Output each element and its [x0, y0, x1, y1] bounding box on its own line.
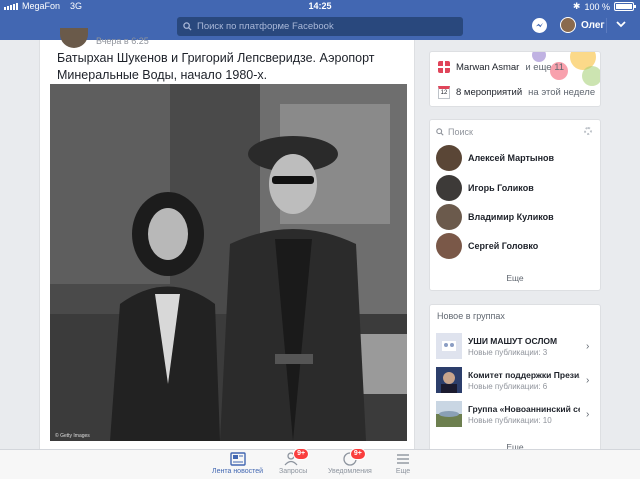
contacts-card: Поиск Алексей Мартынов Игорь Голиков Вла…	[429, 119, 601, 291]
contact-name: Владимир Куликов	[468, 212, 554, 222]
search-placeholder: Поиск по платформе Facebook	[197, 21, 334, 32]
gear-icon[interactable]	[584, 127, 592, 135]
post-photo[interactable]: © Getty Images	[50, 84, 407, 441]
post-text: Батырхан Шукенов и Григорий Лепсверидзе.…	[57, 51, 375, 82]
tab-friend-requests[interactable]: 9+ Запросы	[279, 448, 310, 475]
contact-name: Алексей Мартынов	[468, 153, 555, 163]
avatar	[436, 145, 462, 171]
notifications-icon: 9+	[341, 448, 366, 466]
profile-name[interactable]: Олег	[581, 20, 605, 31]
events-suffix: на этой неделе	[528, 87, 596, 98]
post-author-avatar[interactable]	[60, 28, 88, 48]
tab-label: Уведомления	[328, 468, 372, 475]
divider	[606, 18, 607, 33]
news-feed-icon	[229, 452, 247, 466]
chevron-down-icon[interactable]	[616, 20, 626, 28]
contact-item[interactable]: Сергей Головко	[436, 233, 538, 259]
chevron-right-icon: ›	[586, 408, 590, 420]
events-count: 8 мероприятий	[456, 87, 523, 98]
battery-icon	[614, 2, 636, 11]
chevron-right-icon: ›	[586, 340, 590, 352]
birthday-suffix: и еще 11	[525, 61, 565, 73]
search-icon	[436, 128, 444, 136]
contact-item[interactable]: Игорь Голиков	[436, 175, 534, 201]
calendar-icon: 12	[438, 86, 450, 99]
group-thumbnail	[436, 401, 462, 427]
tab-label: Запросы	[279, 468, 308, 475]
photo-credit: © Getty Images	[55, 433, 90, 439]
birthday-name: Marwan Asmar	[456, 61, 520, 73]
groups-title: Новое в группах	[437, 311, 505, 321]
contact-name: Сергей Головко	[468, 241, 539, 251]
tab-more[interactable]: Еще	[394, 452, 412, 475]
requests-badge: 9+	[293, 448, 310, 460]
post-timestamp[interactable]: Вчера в 6:25	[96, 36, 149, 46]
messenger-icon[interactable]	[532, 18, 547, 33]
notifications-badge: 9+	[349, 448, 366, 460]
group-name: Комитет поддержки Прези...	[468, 369, 580, 380]
tab-label: Еще	[395, 468, 411, 475]
search-icon	[183, 22, 192, 31]
friend-requests-icon: 9+	[284, 448, 310, 466]
avatar	[436, 175, 462, 201]
contacts-search-placeholder: Поиск	[448, 127, 473, 137]
group-updates: Новые публикации: 6	[468, 381, 548, 391]
bottom-navigation: Лента новостей 9+ Запросы 9+ Уведомления…	[0, 448, 640, 479]
clock: 14:25	[308, 1, 332, 11]
tab-label: Лента новостей	[212, 468, 264, 475]
top-bar: MegaFon 3G 14:25 ✱ 100 % Поиск по платфо…	[0, 0, 640, 40]
group-icon	[436, 333, 462, 359]
group-thumbnail	[436, 367, 462, 393]
group-item[interactable]: УШИ МАШУТ ОСЛОМ Новые публикации: 3 ›	[436, 333, 596, 359]
menu-icon	[394, 452, 412, 466]
bluetooth-icon: ✱	[572, 1, 581, 11]
contact-name: Игорь Голиков	[468, 183, 534, 193]
group-item[interactable]: Группа «Новоаннинский се... Новые публик…	[436, 401, 596, 427]
groups-card: Новое в группах УШИ МАШУТ ОСЛОМ Новые пу…	[429, 304, 601, 454]
group-item[interactable]: Комитет поддержки Прези... Новые публика…	[436, 367, 596, 393]
group-updates: Новые публикации: 10	[468, 415, 552, 425]
group-name: УШИ МАШУТ ОСЛОМ	[468, 335, 558, 346]
search-input[interactable]: Поиск по платформе Facebook	[177, 17, 463, 36]
contact-item[interactable]: Владимир Куликов	[436, 204, 554, 230]
feed-post: Вчера в 6:25 Батырхан Шукенов и Григорий…	[39, 28, 415, 450]
contacts-search-input[interactable]: Поиск	[436, 124, 594, 140]
contacts-more-link[interactable]: Еще	[430, 273, 600, 283]
status-bar: MegaFon 3G 14:25 ✱ 100 %	[0, 0, 640, 13]
tab-notifications[interactable]: 9+ Уведомления	[328, 448, 372, 475]
reminders-card: Marwan Asmar и еще 11 12 8 мероприятий н…	[429, 51, 601, 107]
tab-news-feed[interactable]: Лента новостей	[212, 452, 263, 475]
battery-percent: 100 %	[584, 1, 610, 12]
events-reminder[interactable]: 12 8 мероприятий на этой неделе	[438, 86, 595, 99]
group-name: Группа «Новоаннинский се...	[468, 403, 580, 414]
avatar	[436, 233, 462, 259]
avatar	[436, 204, 462, 230]
chevron-right-icon: ›	[586, 374, 590, 386]
contact-item[interactable]: Алексей Мартынов	[436, 145, 554, 171]
avatar[interactable]	[560, 17, 576, 33]
birthday-reminder[interactable]: Marwan Asmar и еще 11	[438, 61, 564, 73]
gift-icon	[438, 61, 450, 73]
group-updates: Новые публикации: 3	[468, 347, 548, 357]
